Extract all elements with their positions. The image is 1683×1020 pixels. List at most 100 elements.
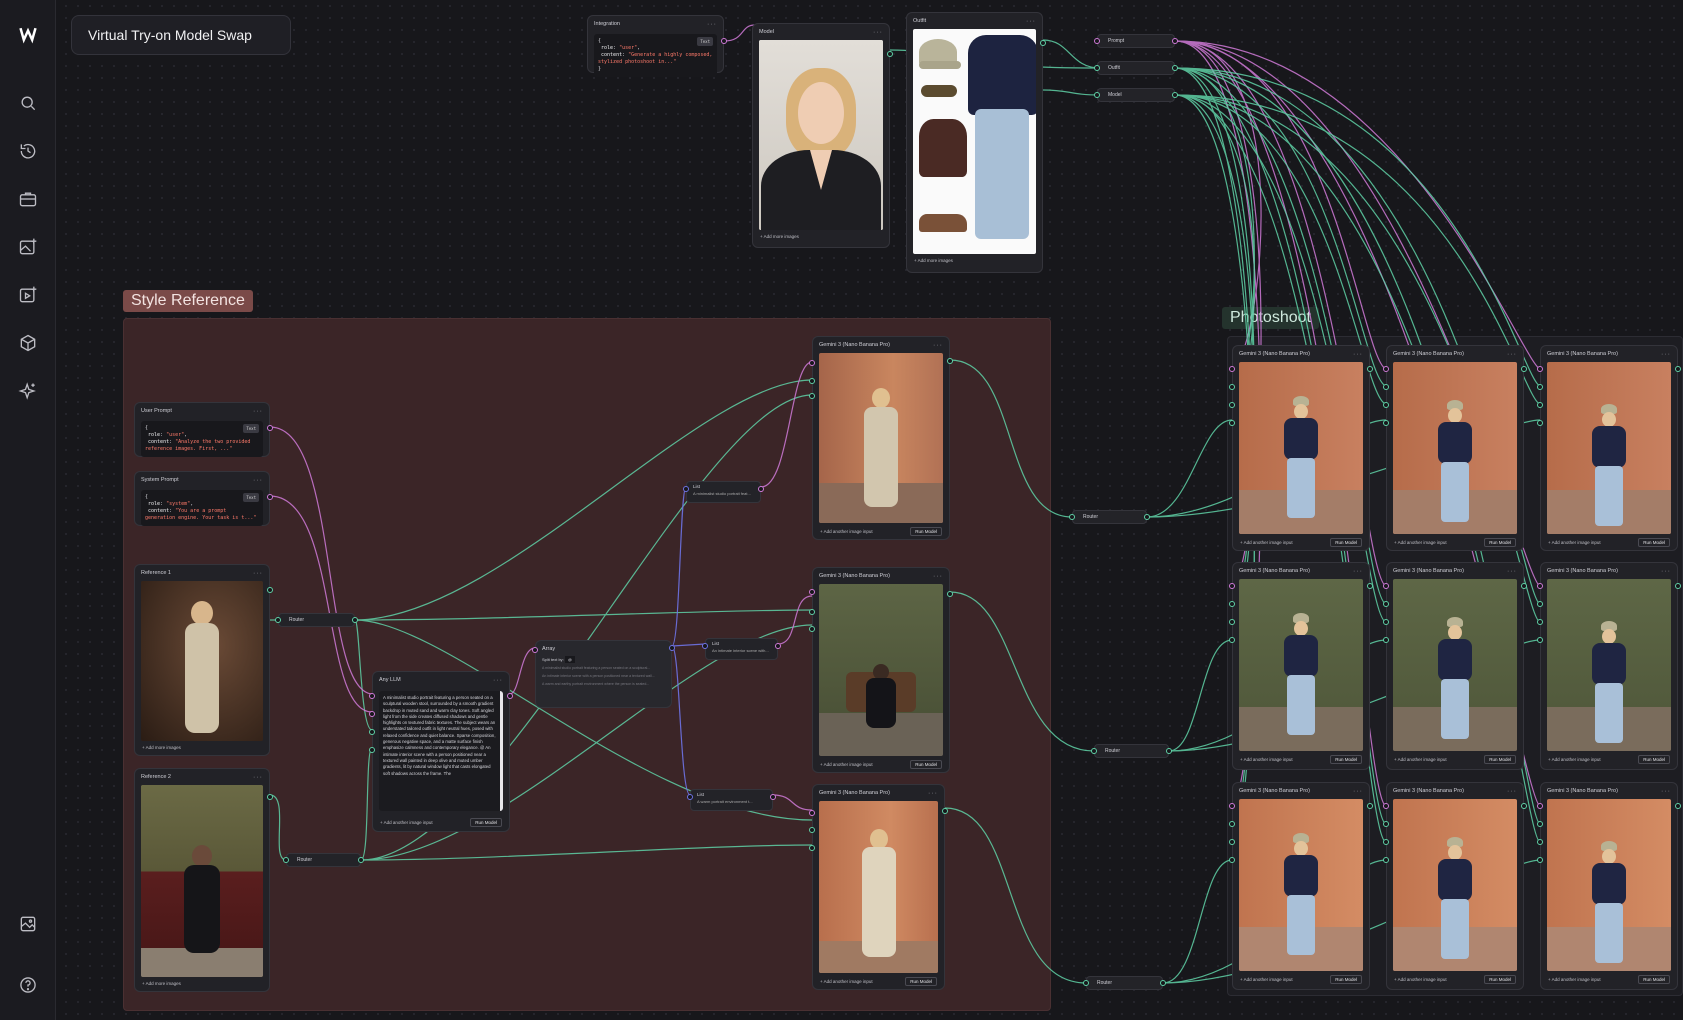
list-node[interactable]: List An intimate interior scene with... [702, 638, 781, 660]
router-node[interactable]: Router [1091, 744, 1172, 758]
run-model-button[interactable]: Run Model [470, 818, 502, 827]
router-node[interactable]: Router [275, 613, 358, 627]
router-node[interactable]: Router [283, 853, 364, 867]
list-node[interactable]: List A minimalist studio portrait feat..… [683, 481, 764, 503]
node-title: Gemini 3 (Nano Banana Pro) [1393, 351, 1464, 357]
run-model-button[interactable]: Run Model [1330, 538, 1362, 547]
split-input[interactable]: @ [564, 656, 575, 663]
run-model-button[interactable]: Run Model [910, 527, 942, 536]
gallery-icon[interactable] [14, 910, 42, 938]
integration-node[interactable]: Integration ··· Text { role: "user", cont… [587, 15, 727, 77]
photoshoot-gemini-node[interactable]: Gemini 3 (Nano Banana Pro) ··· + Add anot… [1383, 345, 1527, 551]
add-image-input[interactable]: + Add another image input [1240, 977, 1293, 982]
run-model-button[interactable]: Run Model [1638, 538, 1670, 547]
system-prompt-node[interactable]: System Prompt ··· Text { role: "system", … [134, 471, 273, 526]
more-icon[interactable]: ··· [1507, 351, 1517, 358]
prompt-output-node[interactable]: Prompt [1094, 34, 1178, 48]
run-model-button[interactable]: Run Model [1638, 975, 1670, 984]
more-icon[interactable]: ··· [253, 570, 263, 577]
run-model-button[interactable]: Run Model [1484, 538, 1516, 547]
more-icon[interactable]: ··· [1661, 788, 1671, 795]
output-port[interactable] [1040, 40, 1046, 46]
run-model-button[interactable]: Run Model [905, 977, 937, 986]
photoshoot-gemini-node[interactable]: Gemini 3 (Nano Banana Pro) ··· + Add anot… [1383, 782, 1527, 990]
more-icon[interactable]: ··· [1661, 351, 1671, 358]
add-images-link[interactable]: + Add more images [142, 745, 181, 750]
photoshoot-gemini-node[interactable]: Gemini 3 (Nano Banana Pro) ··· + Add anot… [1229, 562, 1373, 770]
search-icon[interactable] [14, 89, 42, 117]
sparkle-icon[interactable] [14, 377, 42, 405]
add-image-input[interactable]: + Add another image input [1394, 757, 1447, 762]
add-image-input[interactable]: + Add another image input [1548, 977, 1601, 982]
outfit-node[interactable]: Outfit ··· + Add more images [906, 12, 1046, 273]
run-model-button[interactable]: Run Model [1484, 975, 1516, 984]
more-icon[interactable]: ··· [253, 774, 263, 781]
more-icon[interactable]: ··· [873, 29, 883, 36]
run-model-button[interactable]: Run Model [1330, 975, 1362, 984]
add-image-input[interactable]: + Add another image input [380, 820, 433, 825]
router-node[interactable]: Router [1083, 976, 1166, 990]
output-port[interactable] [887, 51, 893, 57]
gemini-node[interactable]: Gemini 3 (Nano Banana Pro) ··· + Add anot… [809, 336, 953, 540]
add-image-input[interactable]: + Add another image input [1240, 540, 1293, 545]
outfit-output-node[interactable]: Outfit [1094, 61, 1178, 75]
photoshoot-gemini-node[interactable]: Gemini 3 (Nano Banana Pro) ··· + Add anot… [1229, 345, 1373, 551]
workflow-title[interactable]: Virtual Try-on Model Swap [71, 15, 291, 55]
gemini-node[interactable]: Gemini 3 (Nano Banana Pro) ··· + Add anot… [809, 567, 953, 773]
list-node[interactable]: List A warm portrait environment t... [687, 789, 776, 811]
code-block[interactable]: Text { role: "system", content: "You are… [141, 490, 263, 526]
more-icon[interactable]: ··· [1026, 18, 1036, 25]
model-node[interactable]: Model ··· + Add more images [752, 23, 893, 248]
more-icon[interactable]: ··· [493, 677, 503, 684]
logo-icon[interactable] [14, 20, 42, 48]
model-output-node[interactable]: Model [1094, 88, 1178, 102]
more-icon[interactable]: ··· [1353, 568, 1363, 575]
more-icon[interactable]: ··· [1353, 351, 1363, 358]
history-icon[interactable] [14, 137, 42, 165]
any-llm-node[interactable]: Any LLM ··· A minimalist studio portrait … [369, 671, 513, 832]
add-images-link[interactable]: + Add more images [142, 981, 181, 986]
add-image-input[interactable]: + Add another image input [1548, 540, 1601, 545]
photoshoot-gemini-node[interactable]: Gemini 3 (Nano Banana Pro) ··· + Add anot… [1383, 562, 1527, 770]
reference1-node[interactable]: Reference 1 ··· + Add more images [134, 564, 273, 756]
more-icon[interactable]: ··· [1661, 568, 1671, 575]
array-node[interactable]: Array Split text by: @ A minimalist stud… [532, 640, 675, 708]
add-image-input[interactable]: + Add another image input [1548, 757, 1601, 762]
router-node[interactable]: Router [1069, 510, 1150, 524]
user-prompt-node[interactable]: User Prompt ··· Text { role: "user", cont… [134, 402, 273, 457]
code-block[interactable]: Text { role: "user", content: "Generate … [594, 34, 717, 77]
output-port[interactable] [721, 38, 727, 44]
more-icon[interactable]: ··· [1507, 788, 1517, 795]
more-icon[interactable]: ··· [1353, 788, 1363, 795]
add-image-input[interactable]: + Add another image input [1240, 757, 1293, 762]
more-icon[interactable]: ··· [928, 790, 938, 797]
gemini-node[interactable]: Gemini 3 (Nano Banana Pro) ··· + Add anot… [809, 784, 948, 990]
photoshoot-gemini-node[interactable]: Gemini 3 (Nano Banana Pro) ··· + Add anot… [1537, 562, 1681, 770]
video-plus-icon[interactable] [14, 281, 42, 309]
more-icon[interactable]: ··· [253, 477, 263, 484]
more-icon[interactable]: ··· [1507, 568, 1517, 575]
photoshoot-gemini-node[interactable]: Gemini 3 (Nano Banana Pro) ··· + Add anot… [1537, 782, 1681, 990]
more-icon[interactable]: ··· [253, 408, 263, 415]
add-image-input[interactable]: + Add another image input [1394, 540, 1447, 545]
run-model-button[interactable]: Run Model [1330, 755, 1362, 764]
help-icon[interactable] [14, 971, 42, 999]
briefcase-icon[interactable] [14, 185, 42, 213]
more-icon[interactable]: ··· [707, 21, 717, 28]
run-model-button[interactable]: Run Model [1638, 755, 1670, 764]
add-images-link[interactable]: + Add more images [914, 258, 953, 263]
cube-icon[interactable] [14, 329, 42, 357]
run-model-button[interactable]: Run Model [910, 760, 942, 769]
code-block[interactable]: Text { role: "user", content: "Analyze t… [141, 421, 263, 457]
more-icon[interactable]: ··· [933, 342, 943, 349]
run-model-button[interactable]: Run Model [1484, 755, 1516, 764]
photoshoot-gemini-node[interactable]: Gemini 3 (Nano Banana Pro) ··· + Add anot… [1537, 345, 1681, 551]
generated-image [819, 584, 943, 756]
llm-output-text[interactable]: A minimalist studio portrait featuring a… [379, 691, 503, 811]
more-icon[interactable]: ··· [933, 573, 943, 580]
reference2-node[interactable]: Reference 2 ··· + Add more images [134, 768, 273, 992]
photoshoot-gemini-node[interactable]: Gemini 3 (Nano Banana Pro) ··· + Add anot… [1229, 782, 1373, 990]
image-plus-icon[interactable] [14, 233, 42, 261]
add-images-link[interactable]: + Add more images [760, 234, 799, 239]
add-image-input[interactable]: + Add another image input [1394, 977, 1447, 982]
